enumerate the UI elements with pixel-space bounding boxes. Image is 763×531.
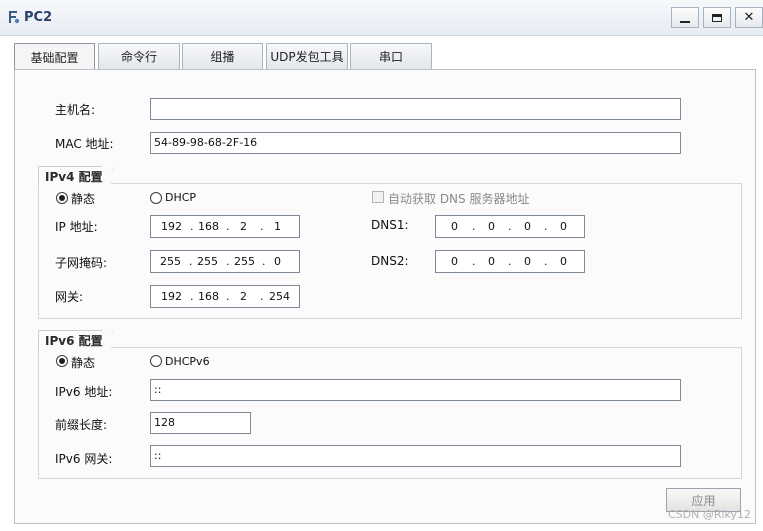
close-button[interactable]: ✕ bbox=[735, 7, 763, 28]
ipv6-address-label: IPv6 地址: bbox=[55, 385, 113, 399]
hostname-label: 主机名: bbox=[55, 103, 96, 117]
ipv6-gateway-label: IPv6 网关: bbox=[55, 452, 113, 466]
tab-serial[interactable]: 串口 bbox=[350, 43, 432, 69]
dns1-label: DNS1: bbox=[371, 218, 409, 232]
ipv4-group-title: IPv4 配置 bbox=[39, 167, 111, 187]
ipv4-static-radio[interactable] bbox=[56, 192, 68, 204]
dns1-dot: . bbox=[544, 220, 548, 233]
mask-octet-2: 255 bbox=[197, 255, 218, 268]
maximize-icon bbox=[712, 13, 722, 22]
mask-octet-1: 255 bbox=[160, 255, 181, 268]
dns2-octet-4: 0 bbox=[560, 255, 567, 268]
window-title: PC2 bbox=[24, 10, 53, 25]
auto-dns-label: 自动获取 DNS 服务器地址 bbox=[388, 192, 530, 206]
ipv6-static-label: 静态 bbox=[71, 356, 96, 370]
ipv6-static-radio[interactable] bbox=[56, 355, 68, 367]
gateway-input[interactable]: 192 . 168 . 2 . 254 bbox=[150, 285, 300, 308]
ip-dot: . bbox=[226, 220, 230, 233]
ipv4-dhcp-radio[interactable] bbox=[150, 192, 162, 204]
dns1-dot: . bbox=[472, 220, 476, 233]
gw-octet-3: 2 bbox=[240, 290, 247, 303]
dns2-dot: . bbox=[508, 255, 512, 268]
dns2-dot: . bbox=[472, 255, 476, 268]
title-bar: PC2 ✕ bbox=[0, 0, 763, 36]
ipv4-dhcp-label: DHCP bbox=[165, 191, 197, 204]
huawei-app-icon bbox=[9, 11, 20, 24]
mask-dot: . bbox=[189, 255, 193, 268]
mac-input[interactable]: 54-89-98-68-2F-16 bbox=[150, 132, 681, 154]
tab-command-line[interactable]: 命令行 bbox=[98, 43, 180, 69]
close-icon: ✕ bbox=[743, 10, 755, 25]
prefix-length-label: 前缀长度: bbox=[55, 418, 108, 432]
ipv6-address-input[interactable]: :: bbox=[150, 379, 681, 401]
dns2-dot: . bbox=[544, 255, 548, 268]
mask-dot: . bbox=[226, 255, 230, 268]
subnet-mask-input[interactable]: 255 . 255 . 255 . 0 bbox=[150, 250, 300, 273]
dns1-octet-4: 0 bbox=[560, 220, 567, 233]
ip-octet-4: 1 bbox=[274, 220, 281, 233]
gw-octet-4: 254 bbox=[269, 290, 290, 303]
mask-octet-4: 0 bbox=[274, 255, 281, 268]
tab-basic-config[interactable]: 基础配置 bbox=[14, 43, 95, 70]
dns1-octet-2: 0 bbox=[488, 220, 495, 233]
ipv6-dhcpv6-label: DHCPv6 bbox=[165, 355, 210, 368]
dns1-octet-3: 0 bbox=[524, 220, 531, 233]
ipv6-dhcpv6-radio[interactable] bbox=[150, 355, 162, 367]
prefix-length-input[interactable]: 128 bbox=[150, 412, 251, 434]
dns2-input[interactable]: 0 . 0 . 0 . 0 bbox=[435, 250, 585, 273]
tab-multicast[interactable]: 组播 bbox=[182, 43, 263, 69]
dns2-label: DNS2: bbox=[371, 254, 409, 268]
ip-address-label: IP 地址: bbox=[55, 220, 98, 234]
dns2-octet-1: 0 bbox=[451, 255, 458, 268]
dns2-octet-2: 0 bbox=[488, 255, 495, 268]
dns1-dot: . bbox=[508, 220, 512, 233]
gw-octet-2: 168 bbox=[198, 290, 219, 303]
ipv6-gateway-input[interactable]: :: bbox=[150, 445, 681, 467]
hostname-input[interactable] bbox=[150, 98, 681, 120]
tab-udp-tool[interactable]: UDP发包工具 bbox=[266, 43, 348, 69]
subnet-mask-label: 子网掩码: bbox=[55, 256, 108, 270]
ip-dot: . bbox=[260, 220, 264, 233]
ip-address-input[interactable]: 192 . 168 . 2 . 1 bbox=[150, 215, 300, 238]
mask-octet-3: 255 bbox=[234, 255, 255, 268]
dns1-octet-1: 0 bbox=[451, 220, 458, 233]
minimize-icon bbox=[680, 20, 690, 23]
ip-octet-1: 192 bbox=[161, 220, 182, 233]
mac-label: MAC 地址: bbox=[55, 137, 114, 151]
pc2-config-window: PC2 ✕ 基础配置 命令行 组播 UDP发包工具 串口 主机名: MAC 地址… bbox=[0, 0, 763, 531]
gw-dot: . bbox=[226, 290, 230, 303]
ipv6-group-title: IPv6 配置 bbox=[39, 331, 111, 351]
ip-octet-2: 168 bbox=[198, 220, 219, 233]
ipv4-static-label: 静态 bbox=[71, 192, 96, 206]
dns2-octet-3: 0 bbox=[524, 255, 531, 268]
gw-octet-1: 192 bbox=[161, 290, 182, 303]
ip-dot: . bbox=[190, 220, 194, 233]
watermark: CSDN @Riky12 bbox=[668, 508, 752, 521]
maximize-button[interactable] bbox=[703, 7, 731, 28]
gw-dot: . bbox=[260, 290, 264, 303]
minimize-button[interactable] bbox=[671, 7, 699, 28]
dns1-input[interactable]: 0 . 0 . 0 . 0 bbox=[435, 215, 585, 238]
ip-octet-3: 2 bbox=[240, 220, 247, 233]
auto-dns-checkbox[interactable] bbox=[372, 191, 384, 203]
gateway-label: 网关: bbox=[55, 290, 84, 304]
gw-dot: . bbox=[190, 290, 194, 303]
mask-dot: . bbox=[262, 255, 266, 268]
